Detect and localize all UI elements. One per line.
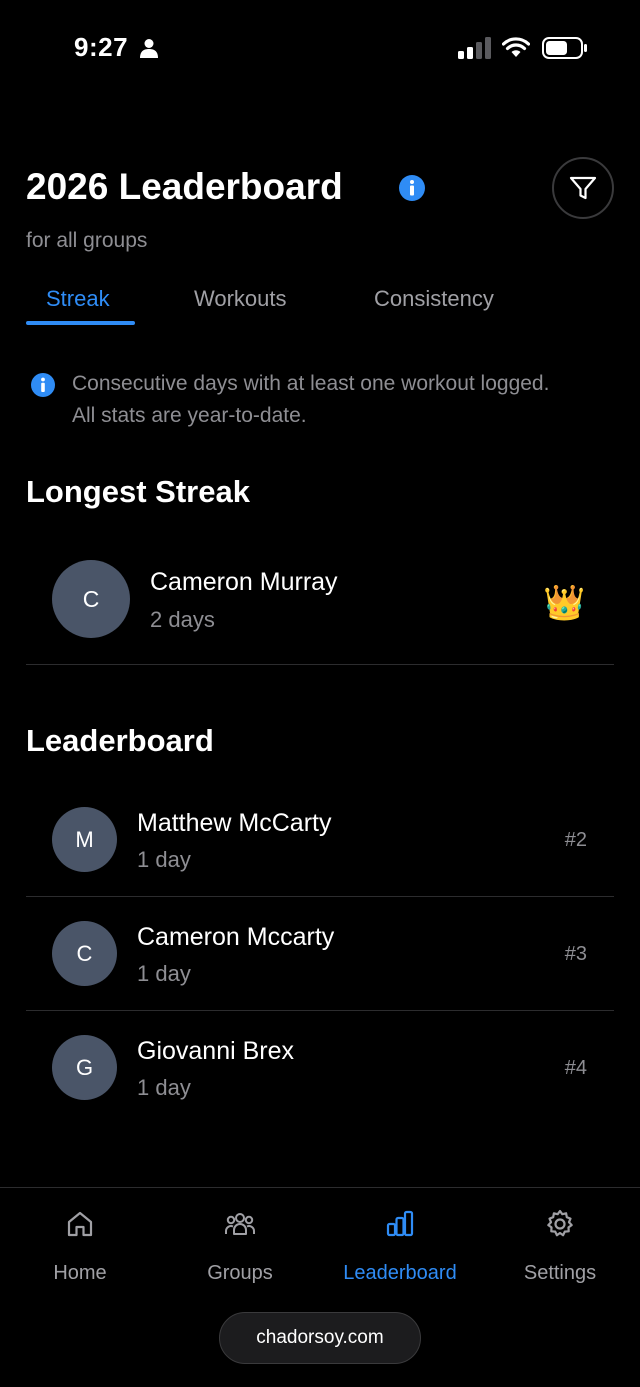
- nav-label: Home: [53, 1262, 107, 1284]
- filter-icon: [569, 176, 597, 200]
- streak-value: 1 day: [137, 1075, 191, 1100]
- tab-consistency[interactable]: Consistency: [374, 286, 494, 312]
- user-name: Giovanni Brex: [137, 1037, 295, 1065]
- info-icon: [31, 373, 55, 397]
- tab-workouts[interactable]: Workouts: [194, 286, 287, 312]
- streak-value: 2 days: [150, 607, 215, 632]
- signal-icon: [458, 37, 491, 59]
- section-title-longest-streak: Longest Streak: [26, 474, 250, 509]
- url-bar[interactable]: chadorsoy.com: [219, 1312, 421, 1364]
- user-name: Matthew McCarty: [137, 809, 332, 837]
- gear-icon: [547, 1209, 573, 1237]
- crown-icon: 👑: [543, 584, 586, 622]
- avatar: C: [52, 921, 117, 986]
- user-name: Cameron Mccarty: [137, 923, 335, 951]
- avatar: C: [52, 560, 130, 638]
- info-note: Consecutive days with at least one worko…: [72, 368, 632, 432]
- nav-groups[interactable]: Groups: [160, 1208, 320, 1285]
- divider: [26, 896, 614, 897]
- page-subtitle: for all groups: [26, 229, 148, 252]
- home-icon: [67, 1211, 93, 1237]
- active-tab-indicator: [26, 321, 135, 325]
- tab-streak[interactable]: Streak: [46, 286, 110, 312]
- battery-icon: [542, 37, 587, 59]
- divider: [26, 664, 614, 665]
- leaderboard-icon: [386, 1210, 414, 1237]
- divider: [26, 1010, 614, 1011]
- user-name: Cameron Murray: [150, 568, 338, 596]
- info-note-line: Consecutive days with at least one worko…: [72, 372, 550, 395]
- page-title: 2026 Leaderboard: [26, 166, 343, 207]
- streak-value: 1 day: [137, 961, 191, 986]
- info-icon[interactable]: [398, 174, 426, 202]
- status-time: 9:27: [74, 32, 129, 62]
- filter-button[interactable]: [552, 157, 614, 219]
- rank-badge: #4: [564, 1057, 587, 1079]
- nav-settings[interactable]: Settings: [480, 1208, 640, 1285]
- rank-badge: #3: [564, 943, 587, 965]
- nav-home[interactable]: Home: [0, 1208, 160, 1285]
- avatar: M: [52, 807, 117, 872]
- avatar: G: [52, 1035, 117, 1100]
- rank-badge: #2: [564, 829, 587, 851]
- nav-label: Leaderboard: [343, 1262, 457, 1284]
- nav-leaderboard[interactable]: Leaderboard: [320, 1208, 480, 1285]
- nav-label: Groups: [207, 1262, 273, 1284]
- section-title-leaderboard: Leaderboard: [26, 723, 214, 758]
- groups-icon: [225, 1213, 255, 1235]
- status-bar: 9:27: [0, 0, 640, 96]
- streak-value: 1 day: [137, 847, 191, 872]
- info-note-line: All stats are year-to-date.: [72, 404, 307, 427]
- tabbar-divider: [0, 1187, 640, 1188]
- nav-label: Settings: [523, 1262, 597, 1284]
- wifi-icon: [502, 37, 530, 57]
- person-icon: [140, 39, 158, 58]
